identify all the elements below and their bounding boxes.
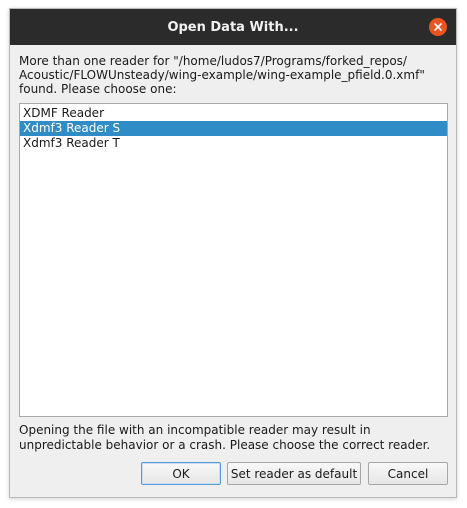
set-reader-as-default-button[interactable]: Set reader as default <box>227 462 361 485</box>
cancel-button[interactable]: Cancel <box>368 462 448 485</box>
ok-button[interactable]: OK <box>141 462 221 485</box>
title-bar[interactable]: Open Data With... <box>10 9 456 45</box>
warning-line: unpredictable behavior or a crash. Pleas… <box>19 438 431 452</box>
warning-line: Opening the file with an incompatible re… <box>19 423 371 437</box>
close-icon <box>434 23 442 31</box>
window-title: Open Data With... <box>167 19 299 35</box>
reader-choice-message: More than one reader for "/home/ludos7/P… <box>19 54 449 96</box>
message-line: found. Please choose one: <box>19 82 177 96</box>
message-line: More than one reader for "/home/ludos7/P… <box>19 54 407 68</box>
reader-item-xdmf[interactable]: XDMF Reader <box>20 106 447 121</box>
reader-list[interactable]: XDMF Reader Xdmf3 Reader S Xdmf3 Reader … <box>19 103 448 417</box>
reader-item-xdmf3-s[interactable]: Xdmf3 Reader S <box>20 121 447 136</box>
message-line: Acoustic/FLOWUnsteady/wing-example/wing-… <box>19 68 425 82</box>
incompatible-reader-warning: Opening the file with an incompatible re… <box>19 423 449 453</box>
open-data-with-dialog: Open Data With... More than one reader f… <box>9 8 457 498</box>
close-button[interactable] <box>429 18 447 36</box>
reader-item-xdmf3-t[interactable]: Xdmf3 Reader T <box>20 136 447 151</box>
